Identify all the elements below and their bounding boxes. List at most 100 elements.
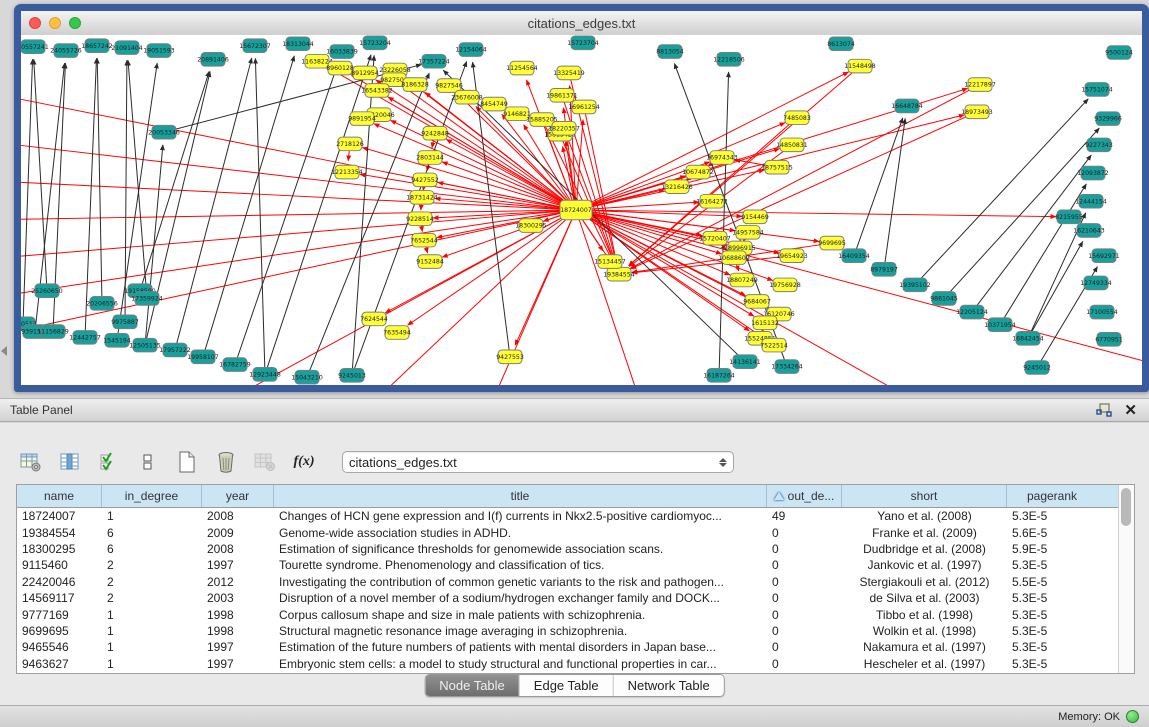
graph-node[interactable]: 9684067 bbox=[743, 295, 771, 309]
graph-node[interactable]: 8613074 bbox=[827, 37, 855, 51]
row-height-icon[interactable] bbox=[135, 449, 161, 475]
graph-node[interactable]: 17357224 bbox=[418, 54, 450, 68]
graph-node[interactable]: 12205124 bbox=[956, 305, 988, 319]
scrollbar-thumb[interactable] bbox=[1121, 488, 1131, 526]
graph-node[interactable]: 8960128 bbox=[326, 61, 354, 75]
graph-node[interactable]: 11548498 bbox=[844, 59, 876, 73]
graph-edge[interactable] bbox=[443, 70, 745, 362]
graph-node[interactable]: 19861371 bbox=[546, 88, 578, 102]
tab-network-table[interactable]: Network Table bbox=[614, 675, 724, 696]
table-row[interactable]: 946554611997Estimation of the future num… bbox=[17, 639, 1118, 655]
graph-node[interactable]: 18657242 bbox=[81, 39, 113, 53]
graph-node[interactable]: 9242848 bbox=[421, 126, 449, 140]
graph-node[interactable]: 1615132 bbox=[751, 316, 779, 330]
graph-node[interactable]: 12093872 bbox=[1077, 166, 1109, 180]
graph-node[interactable]: 20891406 bbox=[197, 53, 229, 67]
graph-node[interactable]: 15692971 bbox=[1088, 249, 1120, 263]
graph-node[interactable]: 15720407 bbox=[699, 231, 731, 245]
graph-node[interactable]: 12749334 bbox=[1080, 276, 1112, 290]
graph-node[interactable]: 20206556 bbox=[86, 297, 118, 311]
column-header-out-de-[interactable]: out_de... bbox=[767, 485, 842, 507]
delete-icon[interactable] bbox=[213, 449, 239, 475]
graph-edge[interactable] bbox=[562, 95, 615, 262]
column-chooser-icon[interactable] bbox=[57, 449, 83, 475]
graph-node[interactable]: 12442757 bbox=[69, 331, 101, 345]
graph-node[interactable]: 23676008 bbox=[451, 90, 483, 104]
graph-node[interactable]: 15134457 bbox=[594, 255, 626, 269]
graph-edge[interactable] bbox=[1000, 184, 1086, 325]
table-row[interactable]: 969969511998Structural magnetic resonanc… bbox=[17, 623, 1118, 639]
graph-node[interactable]: 6770951 bbox=[1095, 333, 1123, 347]
graph-node[interactable]: 18731424 bbox=[406, 191, 438, 205]
graph-node[interactable]: 8912954 bbox=[351, 66, 379, 80]
graph-node[interactable]: 12444154 bbox=[1075, 194, 1107, 208]
graph-edge[interactable] bbox=[564, 128, 615, 262]
graph-node[interactable]: 18807249 bbox=[726, 273, 758, 287]
table-row[interactable]: 977716911998Corpus callosum shape and si… bbox=[17, 606, 1118, 622]
table-row[interactable]: 1456911722003Disruption of a novel membe… bbox=[17, 590, 1118, 606]
graph-node[interactable]: 8454749 bbox=[480, 97, 508, 111]
graph-edge-ray[interactable] bbox=[576, 210, 641, 385]
table-row[interactable]: 1872400712008Changes of HCN gene express… bbox=[17, 508, 1118, 524]
graph-node[interactable]: 21091404 bbox=[111, 41, 143, 55]
new-file-icon[interactable] bbox=[174, 449, 200, 475]
graph-node[interactable]: 1545194 bbox=[103, 333, 131, 347]
table-row[interactable]: 911546021997Tourette syndrome. Phenomeno… bbox=[17, 557, 1118, 573]
graph-node[interactable]: 15723204 bbox=[359, 36, 391, 50]
network-canvas[interactable]: 1872400718300295193845542055724124055726… bbox=[21, 35, 1142, 385]
graph-edge[interactable] bbox=[97, 58, 102, 303]
graph-edge[interactable] bbox=[719, 72, 729, 375]
graph-node[interactable]: 9329966 bbox=[1094, 112, 1122, 126]
graph-node[interactable]: 16210643 bbox=[1073, 224, 1105, 238]
column-header-in-degree[interactable]: in_degree bbox=[102, 485, 202, 507]
graph-node[interactable]: 15672307 bbox=[239, 39, 271, 53]
graph-node[interactable]: 18757515 bbox=[761, 160, 793, 174]
graph-node[interactable]: 17334264 bbox=[771, 360, 803, 374]
table-row[interactable]: 1938455462009Genome-wide association stu… bbox=[17, 524, 1118, 540]
graph-node[interactable]: 12923448 bbox=[249, 368, 281, 382]
graph-node[interactable]: 7652544 bbox=[410, 233, 438, 247]
graph-node[interactable]: 9891954 bbox=[348, 112, 376, 126]
close-icon[interactable]: ✕ bbox=[1124, 403, 1137, 418]
graph-edge[interactable] bbox=[584, 107, 616, 262]
tab-node-table[interactable]: Node Table bbox=[425, 675, 520, 696]
graph-node[interactable]: 15043210 bbox=[291, 370, 323, 384]
graph-node[interactable]: 9245013 bbox=[338, 368, 366, 382]
graph-node[interactable]: 19958107 bbox=[187, 350, 219, 364]
graph-edge[interactable] bbox=[576, 120, 583, 210]
tab-edge-table[interactable]: Edge Table bbox=[520, 675, 614, 696]
graph-node[interactable]: 12213354 bbox=[331, 165, 363, 179]
graph-node[interactable]: 14957584 bbox=[732, 226, 764, 240]
graph-node[interactable]: 9152484 bbox=[416, 255, 444, 269]
graph-node[interactable]: 7624544 bbox=[360, 312, 388, 326]
graph-node[interactable]: 16033839 bbox=[326, 45, 358, 59]
table-row[interactable]: 2242004622012Investigating the contribut… bbox=[17, 574, 1118, 590]
graph-node[interactable]: 7635494 bbox=[383, 326, 411, 340]
graph-node[interactable]: 9427553 bbox=[496, 350, 524, 364]
graph-node[interactable]: 9975887 bbox=[111, 315, 139, 329]
graph-node[interactable]: 18724007 bbox=[560, 200, 592, 219]
graph-node[interactable]: 18220357 bbox=[548, 122, 580, 136]
graph-node[interactable]: 17100554 bbox=[1086, 305, 1118, 319]
graph-node[interactable]: 18973493 bbox=[961, 105, 993, 119]
graph-node[interactable]: 2803144 bbox=[416, 151, 444, 165]
graph-node[interactable]: 11156829 bbox=[37, 325, 69, 339]
graph-node[interactable]: 9245012 bbox=[1023, 361, 1051, 375]
graph-node[interactable]: 13216426 bbox=[661, 180, 693, 194]
table-scrollbar[interactable] bbox=[1118, 485, 1134, 673]
graph-edge[interactable] bbox=[128, 60, 147, 298]
graph-node[interactable]: 17957222 bbox=[159, 343, 191, 357]
graph-node[interactable]: 10688609 bbox=[718, 251, 750, 265]
memory-ok-icon[interactable] bbox=[1126, 710, 1139, 723]
graph-node[interactable]: 16187264 bbox=[703, 368, 735, 382]
graph-edge[interactable] bbox=[915, 99, 1088, 285]
table-row[interactable]: 946362711997Embryonic stem cells: a mode… bbox=[17, 656, 1118, 672]
graph-node[interactable]: 16961254 bbox=[568, 100, 600, 114]
graph-node[interactable]: 11254564 bbox=[506, 61, 538, 75]
graph-node[interactable]: 16164272 bbox=[696, 194, 728, 208]
graph-node[interactable]: 9227343 bbox=[1085, 138, 1113, 152]
graph-node[interactable]: 7522514 bbox=[760, 338, 788, 352]
graph-edge-ray[interactable] bbox=[21, 142, 576, 210]
graph-node[interactable]: 16842454 bbox=[1012, 332, 1044, 346]
graph-node[interactable]: 17359924 bbox=[131, 292, 163, 306]
